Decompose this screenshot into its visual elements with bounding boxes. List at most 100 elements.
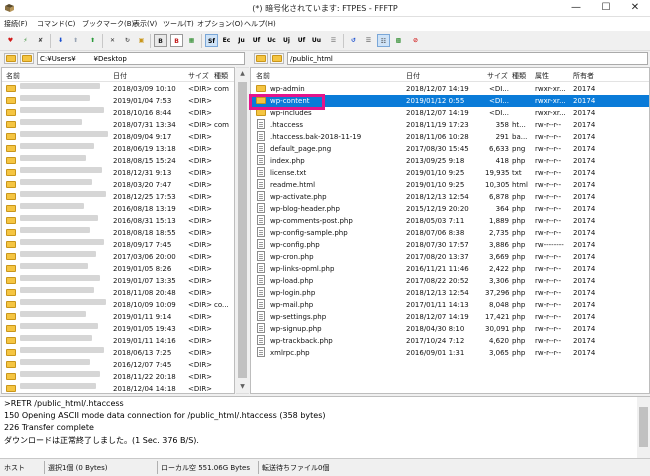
remote-file-row[interactable]: .htaccess 2018/11/19 17:23 358 ht... rw-r--r…: [251, 119, 649, 131]
column-owner[interactable]: 所有者: [573, 71, 594, 81]
close-button[interactable]: ✕: [620, 0, 650, 17]
scroll-down-arrow-icon[interactable]: ▼: [236, 381, 249, 393]
quick-connect-icon[interactable]: ⚡: [19, 34, 32, 47]
remote-file-row[interactable]: wp-trackback.php 2017/10/24 7:12 4,620 php r…: [251, 335, 649, 347]
local-file-row[interactable]: 2018/08/18 18:55 <DIR>: [2, 227, 234, 239]
remote-file-row[interactable]: wp-signup.php 2018/04/30 8:10 30,091 php rw-…: [251, 323, 649, 335]
local-file-row[interactable]: 2018/10/09 10:09 <DIR> co...: [2, 299, 234, 311]
refresh-icon[interactable]: ↺: [347, 34, 360, 47]
kanji-code-utf8-button[interactable]: Uf: [250, 34, 263, 47]
remote-file-row[interactable]: wp-comments-post.php 2018/05/03 7:11 1,889…: [251, 215, 649, 227]
remote-file-row[interactable]: xmlrpc.php 2016/09/01 1:31 3,065 php rw-r--r…: [251, 347, 649, 359]
stop-icon[interactable]: ⊘: [409, 34, 422, 47]
download-icon[interactable]: ⬇: [54, 34, 67, 47]
remote-file-row[interactable]: wp-config-sample.php 2018/07/06 8:38 2,735…: [251, 227, 649, 239]
kanji-code-euc-button[interactable]: Ec: [220, 34, 233, 47]
local-file-row[interactable]: 2019/01/11 9:14 <DIR>: [2, 311, 234, 323]
list-view-icon[interactable]: ☰: [362, 34, 375, 47]
remote-file-row[interactable]: wp-mail.php 2017/01/11 14:13 8,048 php rw-r-…: [251, 299, 649, 311]
delete-icon[interactable]: ✕: [106, 34, 119, 47]
local-file-row[interactable]: 2018/06/13 7:25 <DIR>: [2, 347, 234, 359]
kana-convert-icon[interactable]: ☰: [327, 34, 340, 47]
new-folder-icon[interactable]: ▣: [135, 34, 148, 47]
column-type[interactable]: 種類: [512, 71, 526, 81]
column-type[interactable]: 種類: [214, 71, 228, 81]
remote-file-row[interactable]: license.txt 2019/01/10 9:25 19,935 txt rw-r-…: [251, 167, 649, 179]
column-attr[interactable]: 属性: [535, 71, 549, 81]
remote-path-input[interactable]: [287, 52, 648, 65]
local-scrollbar[interactable]: ▲ ▼: [236, 67, 249, 394]
menu-connect[interactable]: 接続(F): [4, 19, 28, 29]
remote-file-row[interactable]: wp-login.php 2018/12/13 12:54 37,296 php rw-…: [251, 287, 649, 299]
remote-open-folder-button[interactable]: [270, 53, 284, 64]
remote-file-row[interactable]: wp-blog-header.php 2015/12/19 20:20 364 php…: [251, 203, 649, 215]
mirror-upload-icon[interactable]: ⬆: [86, 34, 99, 47]
local-file-row[interactable]: 2018/07/31 13:34 <DIR> com: [2, 119, 234, 131]
column-size[interactable]: サイズ: [487, 71, 508, 81]
local-file-row[interactable]: 2019/01/05 8:26 <DIR>: [2, 263, 234, 275]
local-path-input[interactable]: [37, 52, 245, 65]
local-kanji-utf8-bom-button[interactable]: Uu: [310, 34, 323, 47]
connect-icon[interactable]: ♥: [4, 34, 17, 47]
menu-tools[interactable]: ツール(T): [163, 19, 194, 29]
log-scrollbar[interactable]: [637, 397, 650, 459]
scroll-thumb[interactable]: [639, 407, 648, 447]
menu-options[interactable]: オプション(O): [197, 19, 243, 29]
menu-command[interactable]: コマンド(C): [37, 19, 75, 29]
sync-icon[interactable]: ▩: [392, 34, 405, 47]
local-file-row[interactable]: 2018/03/09 10:10 <DIR> com: [2, 83, 234, 95]
upload-icon[interactable]: ⬆: [69, 34, 82, 47]
remote-file-row[interactable]: readme.html 2019/01/10 9:25 10,305 html rw-r…: [251, 179, 649, 191]
menu-bookmark[interactable]: ブックマーク(B): [82, 19, 134, 29]
local-file-row[interactable]: 2019/01/04 7:53 <DIR>: [2, 95, 234, 107]
local-file-row[interactable]: 2018/12/25 17:53 <DIR>: [2, 191, 234, 203]
scroll-thumb[interactable]: [238, 82, 247, 378]
local-file-row[interactable]: 2018/06/19 13:18 <DIR>: [2, 143, 234, 155]
local-file-list[interactable]: 名前 日付 サイズ 種類 2018/03/09 10:10 <DIR> com 201…: [1, 67, 235, 394]
detail-view-icon[interactable]: ☷: [377, 34, 390, 47]
remote-file-row[interactable]: wp-settings.php 2018/12/07 14:19 17,421 php…: [251, 311, 649, 323]
minimize-button[interactable]: —: [561, 0, 591, 17]
menu-view[interactable]: 表示(V): [133, 19, 157, 29]
local-file-row[interactable]: 2018/09/04 9:17 <DIR>: [2, 131, 234, 143]
local-open-folder-button[interactable]: [20, 53, 34, 64]
local-file-row[interactable]: 2016/12/07 7:45 <DIR>: [2, 359, 234, 371]
local-file-row[interactable]: 2016/08/18 13:19 <DIR>: [2, 203, 234, 215]
local-file-row[interactable]: 2019/01/11 14:16 <DIR>: [2, 335, 234, 347]
transfer-mode-binary-icon[interactable]: B: [154, 34, 167, 47]
remote-file-row[interactable]: index.php 2013/09/25 9:18 418 php rw-r--r-- 2…: [251, 155, 649, 167]
remote-file-row[interactable]: .htaccess.bak-2018-11-19 2018/11/06 10:28…: [251, 131, 649, 143]
local-file-row[interactable]: 2018/03/20 7:47 <DIR>: [2, 179, 234, 191]
local-kanji-jis-button[interactable]: Uj: [280, 34, 293, 47]
local-file-row[interactable]: 2018/09/17 7:45 <DIR>: [2, 239, 234, 251]
kanji-code-utf8-bom-button[interactable]: Uc: [265, 34, 278, 47]
local-file-row[interactable]: 2018/11/22 20:18 <DIR>: [2, 371, 234, 383]
local-file-row[interactable]: 2019/01/07 13:35 <DIR>: [2, 275, 234, 287]
column-date[interactable]: 日付: [406, 71, 420, 81]
remote-file-row[interactable]: wp-links-opml.php 2016/11/21 11:46 2,422 ph…: [251, 263, 649, 275]
local-kanji-utf8-button[interactable]: Uf: [295, 34, 308, 47]
local-file-row[interactable]: 2018/11/08 20:48 <DIR>: [2, 287, 234, 299]
local-file-row[interactable]: 2017/03/06 20:00 <DIR>: [2, 251, 234, 263]
rename-icon[interactable]: ↻: [121, 34, 134, 47]
local-file-row[interactable]: 2018/10/16 8:44 <DIR>: [2, 107, 234, 119]
menu-help[interactable]: ヘルプ(H): [244, 19, 276, 29]
kanji-code-jis-button[interactable]: Ju: [235, 34, 248, 47]
local-up-folder-button[interactable]: [4, 53, 18, 64]
column-name[interactable]: 名前: [256, 71, 270, 81]
remote-up-folder-button[interactable]: [254, 53, 268, 64]
local-file-row[interactable]: 2018/12/04 14:18 <DIR>: [2, 383, 234, 393]
remote-file-row[interactable]: wp-cron.php 2017/08/20 13:37 3,669 php rw-r-…: [251, 251, 649, 263]
transfer-mode-ascii-icon[interactable]: B: [170, 34, 183, 47]
local-file-row[interactable]: 2018/08/15 15:24 <DIR>: [2, 155, 234, 167]
remote-file-list[interactable]: 名前 日付 サイズ 種類 属性 所有者 wp-admin 2018/12/07 1…: [250, 67, 650, 394]
remote-file-row[interactable]: wp-config.php 2018/07/30 17:57 3,886 php rw-…: [251, 239, 649, 251]
kanji-code-sjis-button[interactable]: Sf: [205, 34, 218, 47]
column-date[interactable]: 日付: [113, 71, 127, 81]
scroll-up-arrow-icon[interactable]: ▲: [236, 68, 249, 80]
column-name[interactable]: 名前: [6, 71, 20, 81]
column-size[interactable]: サイズ: [188, 71, 209, 81]
remote-file-row[interactable]: default_page.png 2017/08/30 15:45 6,633 png…: [251, 143, 649, 155]
remote-file-row[interactable]: wp-load.php 2017/08/22 20:52 3,306 php rw-r-…: [251, 275, 649, 287]
maximize-button[interactable]: ☐: [591, 0, 621, 17]
